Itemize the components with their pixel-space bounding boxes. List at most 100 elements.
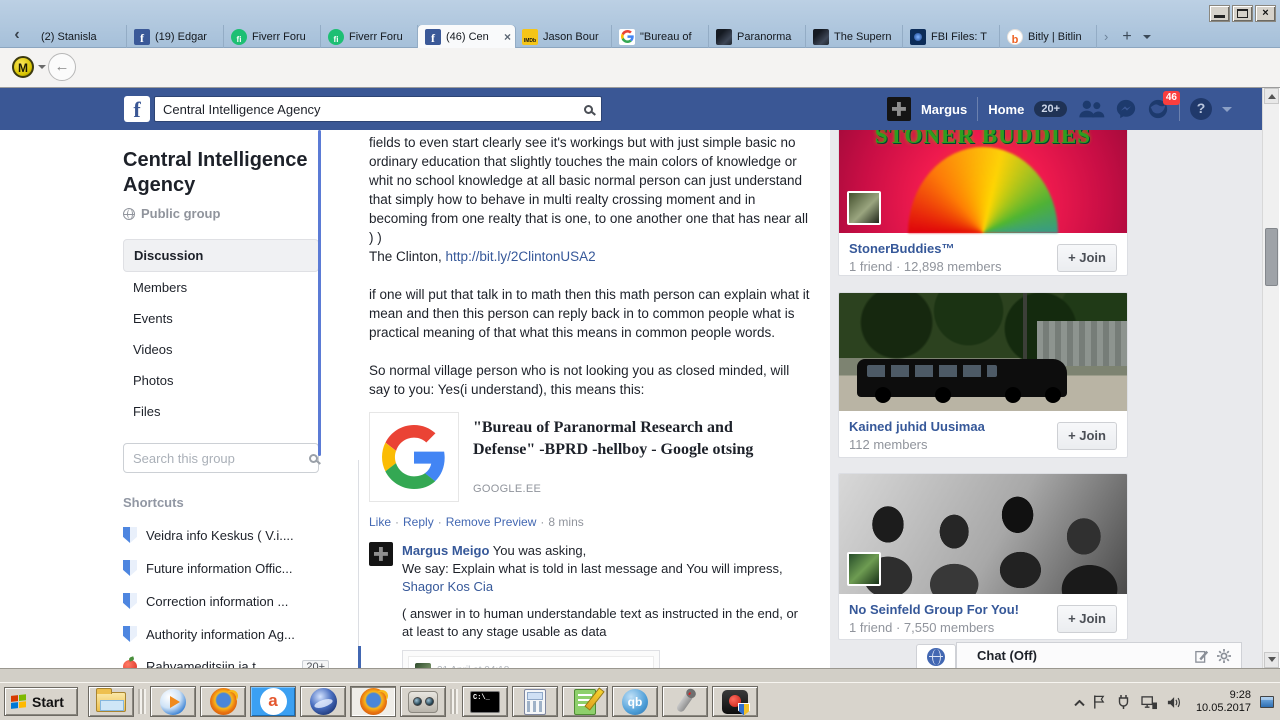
tab-scroll-left-icon[interactable]: ‹ (6, 24, 28, 47)
reply-link[interactable]: Reply (403, 515, 434, 529)
taskbar-button-cmd[interactable]: C:\_ (462, 686, 508, 717)
sidebar-item-photos[interactable]: Photos (123, 365, 319, 396)
taskbar-button-seamonkey[interactable] (300, 686, 346, 717)
taskbar-button-firefox[interactable] (200, 686, 246, 717)
preview-title[interactable]: "Bureau of Paranormal Research and Defen… (473, 417, 773, 461)
minimize-button[interactable] (1209, 5, 1230, 22)
taskbar-button-firefox-active[interactable] (350, 686, 396, 717)
sidebar-item-videos[interactable]: Videos (123, 334, 319, 365)
network-icon[interactable] (1141, 695, 1158, 710)
home-link[interactable]: Home (988, 102, 1024, 117)
browser-scrollbar[interactable] (1262, 88, 1279, 668)
group-search-box[interactable] (123, 443, 319, 473)
comment-author-link[interactable]: Margus Meigo (402, 543, 489, 558)
join-button[interactable]: + Join (1057, 243, 1117, 272)
profile-link[interactable]: Margus (921, 102, 967, 117)
like-link[interactable]: Like (369, 515, 391, 529)
start-button[interactable]: Start (4, 687, 78, 716)
notifications-globe-icon[interactable]: 46 (1147, 91, 1180, 120)
link-preview[interactable]: "Bureau of Paranormal Research and Defen… (369, 412, 811, 502)
toolbar-drag-handle[interactable] (138, 689, 146, 714)
remove-preview-link[interactable]: Remove Preview (446, 515, 537, 529)
shortcut-item[interactable]: Authority information Ag... (123, 626, 329, 642)
avatar[interactable] (369, 542, 393, 566)
facebook-search-input[interactable] (163, 101, 584, 117)
help-icon[interactable]: ? (1190, 98, 1212, 120)
browser-tab[interactable]: Fiverr Foru (224, 25, 321, 48)
gear-icon[interactable] (1217, 648, 1231, 663)
action-center-flag-icon[interactable] (1092, 694, 1107, 710)
sidebar-item-events[interactable]: Events (123, 303, 319, 334)
close-button[interactable]: × (1255, 5, 1276, 22)
toolbar-drag-handle[interactable] (450, 689, 458, 714)
chat-bar[interactable]: Chat (Off) (956, 642, 1242, 668)
new-tab-button[interactable]: + (1115, 28, 1138, 46)
timestamp[interactable]: 8 mins (548, 515, 583, 529)
chat-globe-tab[interactable] (916, 644, 956, 668)
group-name-link[interactable]: No Seinfeld Group For You! (849, 602, 1019, 617)
taskbar-clock[interactable]: 9:28 10.05.2017 (1196, 689, 1251, 715)
scroll-down-button[interactable] (1264, 652, 1279, 668)
scroll-up-button[interactable] (1264, 88, 1279, 104)
mention-link[interactable]: Shagor Kos Cia (402, 579, 493, 594)
taskbar-button-qbittorrent[interactable]: qb (612, 686, 658, 717)
browser-tab[interactable]: The Supern (806, 25, 903, 48)
group-cover-photo[interactable] (839, 474, 1127, 594)
group-search-input[interactable] (133, 450, 309, 466)
power-plug-icon[interactable] (1116, 694, 1132, 710)
google-logo[interactable] (369, 412, 459, 502)
group-avatar[interactable] (847, 552, 881, 586)
tab-scroll-right-icon[interactable]: › (1097, 29, 1115, 44)
facebook-search-bar[interactable] (154, 96, 602, 122)
browser-tab[interactable]: (19) Edgar (127, 25, 224, 48)
tab-list-caret-icon[interactable] (1142, 34, 1151, 43)
maximize-button[interactable] (1232, 5, 1253, 22)
sidebar-item-members[interactable]: Members (123, 272, 319, 303)
avatar[interactable] (886, 97, 911, 121)
browser-tab[interactable]: Bitly | Bitlin (1000, 25, 1097, 48)
friend-requests-icon[interactable] (1077, 99, 1105, 119)
shortcut-item[interactable]: Rahvameditsiin ja t... 20+ (123, 659, 329, 668)
extension-caret-icon[interactable] (38, 65, 46, 73)
join-button[interactable]: + Join (1057, 421, 1117, 450)
group-title[interactable]: Central Intelligence Agency (123, 148, 323, 198)
browser-tab[interactable]: Paranorma (709, 25, 806, 48)
taskbar-button-explorer[interactable] (88, 686, 134, 717)
shortcut-item[interactable]: Future information Offic... (123, 560, 329, 576)
shortcut-item[interactable]: Veidra info Keskus ( V.i.... (123, 527, 329, 543)
browser-tab[interactable]: "Bureau of (612, 25, 709, 48)
show-desktop-button[interactable] (1260, 696, 1274, 708)
group-cover-photo[interactable] (839, 293, 1127, 411)
bitly-link[interactable]: http://bit.ly/2ClintonUSA2 (446, 249, 596, 264)
taskbar-button-calculator[interactable] (512, 686, 558, 717)
join-button[interactable]: + Join (1057, 604, 1117, 633)
comment-attached-image[interactable]: 21 April at 04:18 What should I do impre… (402, 650, 660, 668)
speaker-icon[interactable] (1167, 695, 1183, 710)
sidebar-item-discussion[interactable]: Discussion (123, 239, 319, 272)
account-caret-icon[interactable] (1222, 106, 1232, 117)
taskbar-button-notepadpp[interactable] (562, 686, 608, 717)
back-button[interactable]: ← (48, 53, 76, 81)
browser-tab[interactable]: (2) Stanisla (30, 25, 127, 48)
taskbar-button-microphone[interactable] (662, 686, 708, 717)
compose-icon[interactable] (1195, 649, 1209, 663)
sidebar-item-files[interactable]: Files (123, 396, 319, 427)
browser-tab[interactable]: Fiverr Foru (321, 25, 418, 48)
extension-m-icon[interactable] (12, 56, 34, 78)
group-name-link[interactable]: Kained juhid Uusimaa (849, 419, 985, 434)
browser-tab[interactable]: FBI Files: T (903, 25, 1000, 48)
messenger-icon[interactable] (1115, 98, 1137, 120)
search-icon[interactable] (584, 104, 593, 114)
group-name-link[interactable]: StonerBuddies™ (849, 241, 1001, 256)
taskbar-button-app-a[interactable] (250, 686, 296, 717)
scrollbar-thumb[interactable] (1265, 228, 1278, 286)
facebook-logo-icon[interactable] (124, 96, 150, 123)
taskbar-button-webcam[interactable] (400, 686, 446, 717)
browser-tab[interactable]: Jason Bour (515, 25, 612, 48)
group-avatar[interactable] (847, 191, 881, 225)
taskbar-button-mediaplayer[interactable] (150, 686, 196, 717)
browser-tab-active[interactable]: (46) Cen × (418, 25, 515, 48)
group-cover-photo[interactable]: STONER BUDDIES (839, 130, 1127, 233)
taskbar-button-recorder[interactable] (712, 686, 758, 717)
shortcut-item[interactable]: Correction information ... (123, 593, 329, 609)
